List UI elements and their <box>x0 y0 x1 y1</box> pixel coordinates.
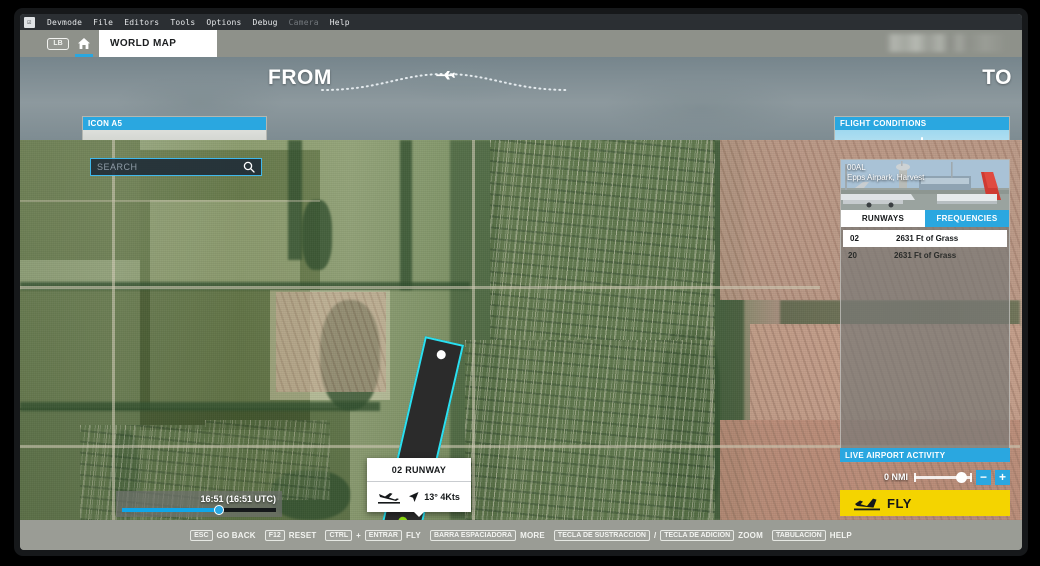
plane-landing-icon <box>378 493 401 504</box>
plane-takeoff-icon <box>854 498 880 511</box>
menu-item-camera[interactable]: Camera <box>289 18 319 27</box>
hotkey-zoom[interactable]: TECLA DE SUSTRACCION / TECLA DE ADICION … <box>553 529 763 541</box>
search-icon[interactable] <box>243 161 255 173</box>
tab-runways[interactable]: RUNWAYS <box>841 210 925 227</box>
airport-name: Epps Airpark, Harvest <box>847 173 925 182</box>
hotkey-action: ZOOM <box>738 530 763 540</box>
hotkey-help[interactable]: TABULACION HELP <box>771 529 852 541</box>
zoom-in-button[interactable]: + <box>995 469 1010 485</box>
hotkey-fly[interactable]: CTRL + ENTRAR FLY <box>325 529 421 541</box>
selected-aircraft-card[interactable]: ICON A5 <box>82 116 267 140</box>
menu-item-tools[interactable]: Tools <box>170 18 195 27</box>
key-joiner: / <box>653 530 657 540</box>
runway-tooltip-title: 02 RUNWAY <box>367 458 471 482</box>
runway-threshold-marker-20 <box>435 349 447 361</box>
key-cap: BARRA ESPACIADORA <box>429 529 517 541</box>
live-airport-activity-header[interactable]: LIVE AIRPORT ACTIVITY <box>840 448 1010 462</box>
runway-list: 02 2631 Ft of Grass 20 2631 Ft of Grass <box>841 227 1009 264</box>
icon-a5-aircraft-illustration <box>83 130 266 140</box>
aircraft-card-header: ICON A5 <box>83 117 266 130</box>
time-slider-fill <box>122 508 220 512</box>
menu-item-help[interactable]: Help <box>330 18 350 27</box>
home-icon <box>78 38 90 49</box>
menu-item-file[interactable]: File <box>93 18 113 27</box>
runway-surface: 2631 Ft of Grass <box>894 251 957 260</box>
key-cap-secondary: ENTRAR <box>364 529 402 541</box>
flight-conditions-card[interactable]: FLIGHT CONDITIONS <box>834 116 1010 140</box>
time-of-day-slider[interactable]: 16:51 (16:51 UTC) <box>116 491 282 517</box>
airport-ident: 00AL <box>847 163 866 172</box>
menu-item-options[interactable]: Options <box>206 18 241 27</box>
aircraft-photo <box>83 130 266 140</box>
from-label: FROM <box>268 66 332 89</box>
redacted-account-area <box>886 34 1004 52</box>
key-joiner: + <box>356 530 361 540</box>
time-slider-knob[interactable] <box>214 505 225 515</box>
key-cap: TECLA DE SUSTRACCION <box>553 529 650 541</box>
key-cap: F12 <box>264 529 285 541</box>
map-zoom-control: 0 NMI − + <box>840 469 1010 485</box>
title-tab-row: LB WORLD MAP <box>20 30 1022 57</box>
tab-home[interactable] <box>69 30 99 57</box>
hotkey-action: FLY <box>405 530 421 540</box>
hotkey-footer: ESC GO BACK F12 RESET CTRL + ENTRAR FLY … <box>20 520 1022 550</box>
hotkey-more[interactable]: BARRA ESPACIADORA MORE <box>429 529 545 541</box>
tab-world-map[interactable]: WORLD MAP <box>99 30 217 57</box>
tooltip-tail <box>414 512 424 517</box>
key-cap: CTRL <box>325 529 353 541</box>
time-label: 16:51 (16:51 UTC) <box>200 494 276 504</box>
airport-hero-image: 00AL Epps Airpark, Harvest <box>841 160 1009 210</box>
devmode-menubar: ☑ Devmode File Editors Tools Options Deb… <box>20 14 1022 30</box>
runway-number: 20 <box>848 251 857 260</box>
time-slider-track[interactable] <box>122 505 276 515</box>
hotkey-action: RESET <box>288 530 317 540</box>
to-label: TO <box>982 66 1012 89</box>
key-cap: ESC <box>190 529 213 541</box>
airport-info-panel: 00AL Epps Airpark, Harvest RUNWAYS FREQU… <box>840 159 1010 449</box>
hotkey-action: MORE <box>520 530 545 540</box>
runway-tooltip: 02 RUNWAY 13° 4Kts <box>367 458 471 517</box>
flight-plan-header: FROM TO ◆ 00AL Epps Airpark, Harvest x R… <box>20 57 1022 140</box>
wind-arrow-icon <box>409 492 419 502</box>
zoom-distance-label: 0 NMI <box>883 472 908 482</box>
tab-frequencies[interactable]: FREQUENCIES <box>925 210 1009 227</box>
runway-list-item[interactable]: 02 2631 Ft of Grass <box>843 230 1007 247</box>
hotkey-action: GO BACK <box>216 530 256 540</box>
window-content: ☑ Devmode File Editors Tools Options Deb… <box>20 14 1022 550</box>
map-search-box[interactable]: SEARCH <box>90 158 262 176</box>
search-input[interactable]: SEARCH <box>97 162 243 172</box>
menu-item-debug[interactable]: Debug <box>253 18 278 27</box>
zoom-out-button[interactable]: − <box>976 469 991 485</box>
airport-panel-tabs: RUNWAYS FREQUENCIES <box>841 210 1009 227</box>
key-cap-secondary: TECLA DE ADICION <box>660 529 735 541</box>
flight-conditions-header: FLIGHT CONDITIONS <box>835 117 1009 130</box>
runway-list-item[interactable]: 20 2631 Ft of Grass <box>841 247 1009 264</box>
left-bumper-key: LB <box>47 37 69 50</box>
hotkey-action: HELP <box>829 530 852 540</box>
weather-preview <box>835 130 1009 140</box>
checkbox-icon[interactable]: ☑ <box>24 16 35 28</box>
key-cap: TABULACION <box>771 529 826 541</box>
runway-wind-value: 13° 4Kts <box>424 492 460 502</box>
fly-button[interactable]: FLY <box>840 490 1010 516</box>
hotkey-go-back[interactable]: ESC GO BACK <box>190 529 256 541</box>
menu-item-devmode[interactable]: Devmode <box>47 18 82 27</box>
airport-hero-caption: 00AL Epps Airpark, Harvest <box>847 163 924 183</box>
runway-number: 02 <box>850 234 859 243</box>
hotkey-reset[interactable]: F12 RESET <box>264 529 317 541</box>
application-window: ☑ Devmode File Editors Tools Options Deb… <box>14 8 1028 556</box>
runway-surface: 2631 Ft of Grass <box>896 234 959 243</box>
zoom-slider-knob[interactable] <box>956 471 967 483</box>
zoom-slider-track[interactable] <box>914 471 972 483</box>
fly-button-label: FLY <box>887 495 912 511</box>
menu-item-editors[interactable]: Editors <box>124 18 159 27</box>
